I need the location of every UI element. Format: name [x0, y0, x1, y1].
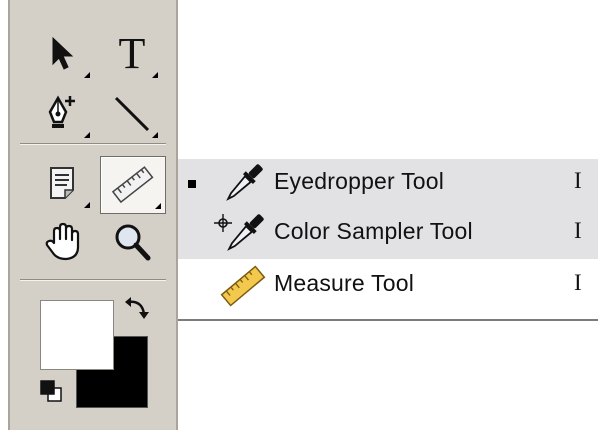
notes-icon — [50, 167, 74, 199]
tool-flyout-menu: Eyedropper Tool I Color Sampler Tool I M… — [178, 159, 598, 321]
move-icon — [52, 36, 74, 70]
move-tool-button[interactable] — [34, 26, 94, 82]
menu-item-label: Color Sampler Tool — [274, 218, 473, 244]
notes-tool-button[interactable] — [34, 156, 94, 212]
type-tool-button[interactable]: T — [102, 26, 162, 82]
pen-icon — [48, 95, 75, 128]
menu-item-shortcut: I — [574, 218, 582, 243]
line-tool-button[interactable] — [102, 86, 162, 142]
measure-tool-button[interactable] — [100, 156, 166, 214]
eyedropper-icon — [226, 164, 263, 201]
foreground-color-swatch[interactable] — [40, 300, 114, 370]
swap-colors-icon[interactable] — [122, 294, 152, 324]
hand-icon — [45, 222, 80, 261]
default-colors-icon[interactable] — [38, 378, 64, 404]
toolbox-panel: T — [8, 0, 178, 430]
menu-item-color-sampler-tool[interactable]: Color Sampler Tool I — [178, 209, 598, 259]
line-icon — [114, 96, 150, 132]
measure-icon — [111, 166, 154, 204]
flyout-indicator — [84, 202, 90, 208]
photoshop-toolbox-screen: T Eyedropper Tool I Color Sampler Tool I… — [0, 0, 598, 430]
flyout-indicator — [152, 72, 158, 78]
hand-tool-button[interactable] — [34, 214, 94, 270]
toolbox-divider — [20, 279, 166, 281]
menu-item-eyedropper-tool[interactable]: Eyedropper Tool I — [178, 159, 598, 209]
flyout-indicator — [84, 132, 90, 138]
flyout-indicator — [155, 203, 161, 209]
menu-item-label: Measure Tool — [274, 270, 415, 296]
flyout-indicator — [84, 72, 90, 78]
ruler-icon — [220, 265, 266, 307]
zoom-icon — [115, 224, 151, 261]
color-sampler-icon — [214, 214, 264, 251]
flyout-bottom-border — [178, 319, 598, 321]
menu-item-shortcut: I — [574, 270, 582, 295]
type-icon: T — [118, 29, 146, 78]
menu-item-shortcut: I — [574, 168, 582, 193]
toolbox-divider — [20, 143, 166, 145]
selected-bullet-icon — [188, 180, 196, 188]
zoom-tool-button[interactable] — [102, 214, 162, 270]
flyout-indicator — [152, 132, 158, 138]
menu-item-label: Eyedropper Tool — [274, 168, 445, 194]
menu-item-measure-tool[interactable]: Measure Tool I — [178, 261, 598, 311]
pen-tool-button[interactable] — [34, 86, 94, 142]
